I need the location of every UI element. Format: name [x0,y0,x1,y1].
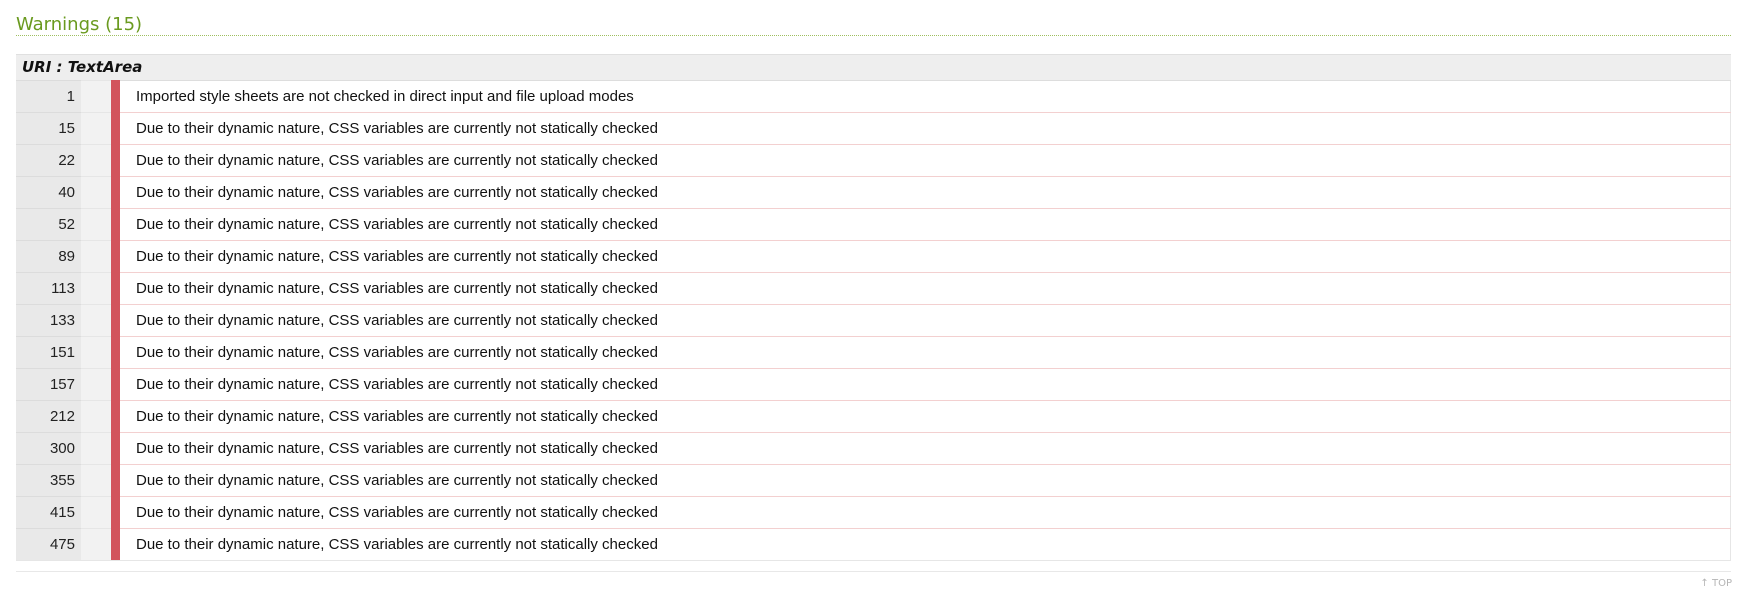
warning-row: 89 Due to their dynamic nature, CSS varia… [16,240,1731,273]
gutter-cell [81,528,111,561]
line-number: 22 [16,144,81,177]
line-number: 355 [16,464,81,497]
warning-message: Due to their dynamic nature, CSS variabl… [120,464,1731,497]
line-number: 415 [16,496,81,529]
warning-marker [111,336,120,369]
gutter-cell [81,208,111,241]
warning-marker [111,304,120,337]
warning-message: Due to their dynamic nature, CSS variabl… [120,240,1731,273]
warning-message: Due to their dynamic nature, CSS variabl… [120,112,1731,145]
warning-row: 22 Due to their dynamic nature, CSS varia… [16,144,1731,177]
gutter-cell [81,272,111,305]
warning-marker [111,400,120,433]
line-number: 15 [16,112,81,145]
warning-message: Due to their dynamic nature, CSS variabl… [120,208,1731,241]
gutter-cell [81,368,111,401]
line-number: 89 [16,240,81,273]
warnings-table-body: 1 Imported style sheets are not checked i… [16,80,1731,561]
warning-row: 1 Imported style sheets are not checked i… [16,80,1731,113]
warning-marker [111,176,120,209]
warning-row: 113 Due to their dynamic nature, CSS vari… [16,272,1731,305]
warning-marker [111,144,120,177]
line-number: 212 [16,400,81,433]
gutter-cell [81,144,111,177]
warning-message: Due to their dynamic nature, CSS variabl… [120,304,1731,337]
warning-marker [111,464,120,497]
gutter-cell [81,400,111,433]
warning-row: 40 Due to their dynamic nature, CSS varia… [16,176,1731,209]
gutter-cell [81,464,111,497]
warning-marker [111,272,120,305]
warning-row: 133 Due to their dynamic nature, CSS vari… [16,304,1731,337]
line-number: 52 [16,208,81,241]
warning-row: 157 Due to their dynamic nature, CSS vari… [16,368,1731,401]
warning-marker [111,112,120,145]
warning-message: Due to their dynamic nature, CSS variabl… [120,336,1731,369]
gutter-cell [81,432,111,465]
warning-row: 52 Due to their dynamic nature, CSS varia… [16,208,1731,241]
warning-marker [111,528,120,561]
warning-row: 355 Due to their dynamic nature, CSS vari… [16,464,1731,497]
gutter-cell [81,80,111,113]
warning-message: Due to their dynamic nature, CSS variabl… [120,528,1731,561]
line-number: 300 [16,432,81,465]
line-number: 475 [16,528,81,561]
section-divider [16,571,1731,572]
gutter-cell [81,496,111,529]
warning-marker [111,496,120,529]
warning-message: Due to their dynamic nature, CSS variabl… [120,368,1731,401]
line-number: 151 [16,336,81,369]
warning-marker [111,240,120,273]
warning-message: Imported style sheets are not checked in… [120,80,1731,113]
warning-marker [111,208,120,241]
warning-row: 415 Due to their dynamic nature, CSS vari… [16,496,1731,529]
warning-row: 151 Due to their dynamic nature, CSS vari… [16,336,1731,369]
line-number: 133 [16,304,81,337]
warning-message: Due to their dynamic nature, CSS variabl… [120,144,1731,177]
gutter-cell [81,240,111,273]
warning-message: Due to their dynamic nature, CSS variabl… [120,400,1731,433]
line-number: 113 [16,272,81,305]
warning-marker [111,432,120,465]
warnings-heading: Warnings (15) [16,14,1731,36]
warning-row: 475 Due to their dynamic nature, CSS vari… [16,528,1731,561]
warning-message: Due to their dynamic nature, CSS variabl… [120,432,1731,465]
warning-message: Due to their dynamic nature, CSS variabl… [120,272,1731,305]
line-number: 40 [16,176,81,209]
gutter-cell [81,336,111,369]
warning-marker [111,368,120,401]
warning-message: Due to their dynamic nature, CSS variabl… [120,496,1731,529]
warning-message: Due to their dynamic nature, CSS variabl… [120,176,1731,209]
uri-header: URI : TextArea [16,54,1731,80]
warnings-table: 1 Imported style sheets are not checked i… [16,80,1731,561]
warning-row: 212 Due to their dynamic nature, CSS vari… [16,400,1731,433]
line-number: 157 [16,368,81,401]
warning-marker [111,80,120,113]
gutter-cell [81,304,111,337]
gutter-cell [81,112,111,145]
line-number: 1 [16,80,81,113]
warnings-section: Warnings (15) URI : TextArea 1 Imported s… [16,14,1731,572]
warning-row: 300 Due to their dynamic nature, CSS vari… [16,432,1731,465]
back-to-top-link[interactable]: ↑ TOP [1700,578,1732,589]
gutter-cell [81,176,111,209]
warning-row: 15 Due to their dynamic nature, CSS varia… [16,112,1731,145]
